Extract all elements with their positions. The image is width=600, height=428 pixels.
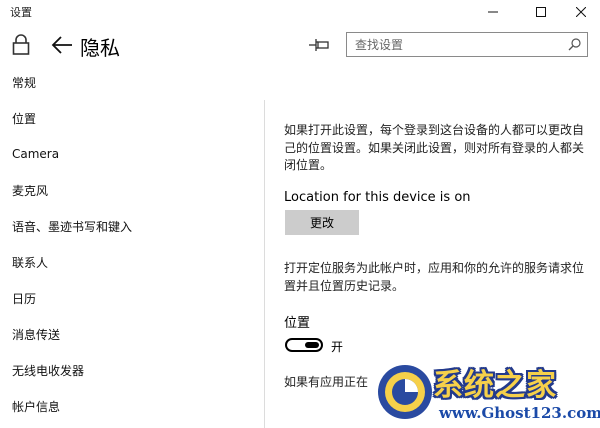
- change-button[interactable]: 更改: [285, 210, 359, 235]
- lock-icon: [12, 34, 30, 55]
- sidebar-item-label: Camera: [12, 147, 60, 161]
- search-icon[interactable]: [568, 38, 581, 51]
- location-toggle-label: 位置: [284, 316, 311, 331]
- sidebar-item-label: 联系人: [12, 255, 49, 270]
- device-location-description: 如果打开此设置，每个登录到这台设备的人都可以更改自己的位置设置。如果关闭此设置，…: [284, 123, 585, 172]
- title-bar: 设置: [0, 0, 600, 24]
- watermark: 系统之家 www.Ghost123.com: [371, 356, 600, 428]
- sidebar-item-label: 语音、墨迹书写和键入: [12, 219, 133, 234]
- search-box[interactable]: [346, 32, 588, 57]
- close-icon: [576, 7, 586, 17]
- sidebar-item-messaging[interactable]: 消息传送: [0, 316, 262, 352]
- watermark-logo-icon: [378, 365, 432, 419]
- search-input[interactable]: [347, 33, 561, 56]
- app-usage-description: 如果有应用正在: [284, 375, 369, 389]
- sidebar-item-label: 常规: [12, 75, 37, 90]
- sidebar-item-label: 消息传送: [12, 327, 61, 342]
- toggle-state-label: 开: [331, 340, 344, 354]
- window-title: 设置: [10, 6, 32, 19]
- back-arrow-icon[interactable]: [50, 34, 74, 56]
- maximize-icon: [536, 7, 546, 17]
- sidebar-item-general[interactable]: 常规: [0, 64, 262, 100]
- sidebar-item-label: 日历: [12, 291, 37, 306]
- sidebar-item-radios[interactable]: 无线电收发器: [0, 352, 262, 388]
- sidebar-item-location[interactable]: 位置: [0, 100, 262, 136]
- sidebar-item-speech-inking[interactable]: 语音、墨迹书写和键入: [0, 208, 262, 244]
- device-location-status: Location for this device is on: [284, 190, 471, 205]
- minimize-icon: [488, 11, 498, 13]
- minimize-button[interactable]: [470, 0, 516, 24]
- sidebar-item-label: 帐户信息: [12, 399, 61, 414]
- sidebar-item-label: 位置: [12, 111, 37, 126]
- sidebar: 常规 位置 Camera 麦克风 语音、墨迹书写和键入 联系人 日历 消息传送 …: [0, 64, 262, 428]
- location-service-description: 打开定位服务为此帐户时，应用和你的允许的服务请求位置并且位置历史记录。: [284, 261, 585, 293]
- sidebar-item-contacts[interactable]: 联系人: [0, 244, 262, 280]
- sidebar-item-microphone[interactable]: 麦克风: [0, 172, 262, 208]
- maximize-button[interactable]: [518, 0, 564, 24]
- sidebar-item-label: 麦克风: [12, 183, 49, 198]
- sidebar-item-camera[interactable]: Camera: [0, 136, 262, 172]
- watermark-title: 系统之家: [433, 368, 557, 403]
- sidebar-item-calendar[interactable]: 日历: [0, 280, 262, 316]
- sidebar-item-account-info[interactable]: 帐户信息: [0, 388, 262, 424]
- page-title: 隐私: [80, 36, 120, 60]
- location-toggle[interactable]: [285, 338, 323, 352]
- pin-icon[interactable]: [308, 36, 330, 54]
- toggle-knob: [305, 342, 319, 348]
- close-button[interactable]: [562, 0, 600, 24]
- sidebar-item-label: 无线电收发器: [12, 363, 85, 378]
- watermark-url: www.Ghost123.com: [439, 404, 600, 422]
